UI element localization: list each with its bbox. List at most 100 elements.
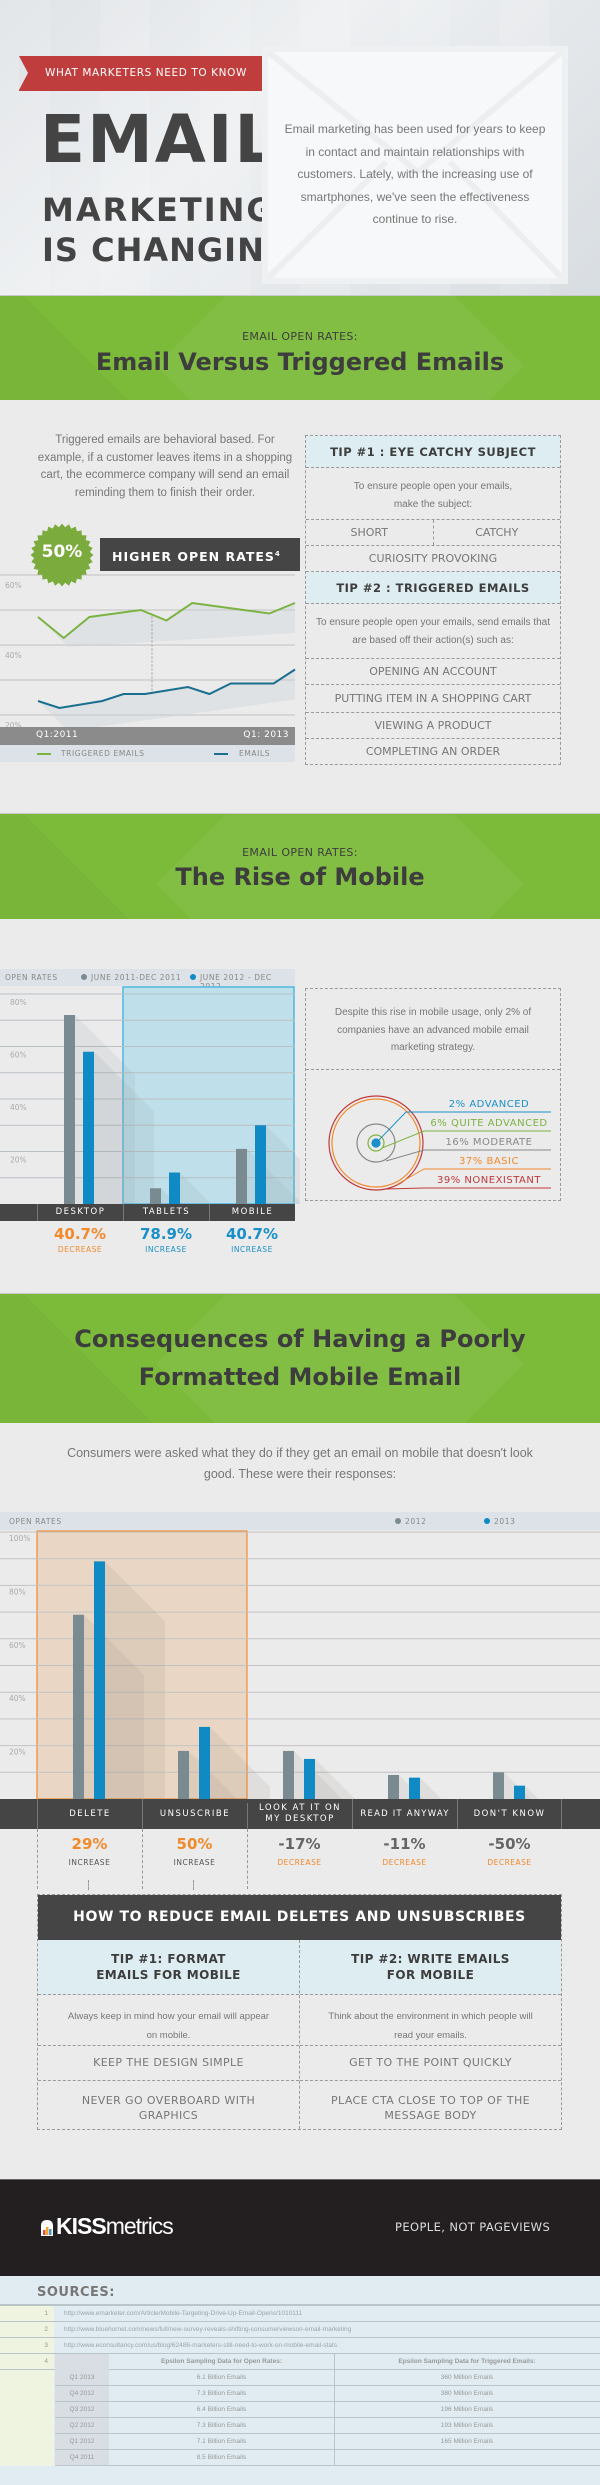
change-value: -17% (278, 1835, 321, 1853)
quarter-cell: Q4 2011 (69, 2454, 95, 2461)
x-label: TABLETS (123, 1204, 209, 1221)
kissmetrics-logo-icon (41, 2219, 53, 2236)
strategy-label: 6% QUITE ADVANCED (430, 1118, 547, 1129)
y-tick-label: 80% (10, 998, 27, 1007)
x-label: DON'T KNOW (457, 1799, 562, 1829)
bar-delete-2013 (94, 1561, 105, 1799)
reduce-tip1-item: KEEP THE DESIGN SIMPLE (38, 2046, 299, 2081)
tip2-item: PUTTING ITEM IN A SHOPPING CART (306, 685, 560, 713)
legend-label-triggered: TRIGGERED EMAILS (61, 749, 145, 758)
change-value: -50% (488, 1835, 531, 1853)
bar-mobile-2012 (255, 1125, 266, 1204)
bar-look-at-it-on-my-desktop-2013 (304, 1758, 315, 1799)
quarter-cell: Q3 2012 (69, 2406, 95, 2413)
section-title-line1: Consequences of Having a Poorly (74, 1325, 526, 1353)
x-start-label: Q1:2011 (36, 730, 79, 740)
bar-don-t-know-2012 (493, 1772, 504, 1799)
change-value: 50% (176, 1835, 213, 1853)
x-label: UNSUSCRIBE (142, 1799, 247, 1829)
section-title: Email Versus Triggered Emails (95, 348, 505, 376)
reduce-tip2-column: TIP #2: WRITE EMAILS FOR MOBILE Think ab… (300, 1940, 561, 2129)
bar-look-at-it-on-my-desktop-2012 (283, 1750, 294, 1799)
strategy-rings-chart: 2% ADVANCED 6% QUITE ADVANCED 16% MODERATE… (328, 1095, 551, 1191)
source-url: http://www.bluehornet.com/news/full/new-… (64, 2326, 352, 2333)
hero-title-line1: EMAIL (40, 101, 279, 178)
y-tick-label: 40% (10, 1103, 27, 1112)
connector-line (37, 1829, 38, 1889)
open-rate-cell: 7.1 Billion Emails (196, 2438, 247, 2445)
legend-label-2013: 2013 (494, 1517, 516, 1526)
change-label: DECREASE (57, 1245, 103, 1254)
line-chart-x-axis: Q1:2011 Q1: 2013 (0, 727, 295, 745)
series-shadow (38, 669, 295, 731)
hero-intro-text: Email marketing has been used for years … (284, 122, 546, 226)
x-label: DESKTOP (37, 1204, 123, 1221)
mobile-chart-x-axis: DESKTOP TABLETS MOBILE (0, 1204, 295, 1221)
tip2-item: VIEWING A PRODUCT (306, 713, 560, 739)
strategy-label: 37% BASIC (459, 1156, 519, 1167)
legend-label-2011: JUNE 2011-DEC 2011 (91, 973, 182, 982)
quarter-cell: Q1 2012 (69, 2438, 95, 2445)
badge-value: 50% (41, 542, 83, 562)
open-rate-cell: 8.5 Billion Emails (196, 2454, 247, 2461)
hero-ribbon: WHAT MARKETERS NEED TO KNOW (19, 56, 265, 91)
open-rate-cell: 6.4 Billion Emails (196, 2406, 247, 2413)
y-tick-label: 60% (10, 1051, 27, 1060)
y-tick-label: 60% (9, 1641, 26, 1650)
legend-label-2012: 2012 (405, 1517, 427, 1526)
source-number: 2 (44, 2326, 48, 2333)
change-label: DECREASE (382, 1858, 427, 1867)
bar-shadow (420, 1777, 480, 1800)
reduce-tip1-item: NEVER GO OVERBOARD WITH GRAPHICS (81, 2094, 256, 2122)
bar-read-it-anyway-2012 (388, 1774, 399, 1799)
legend-swatch-triggered (37, 753, 51, 755)
tip1-options-row: SHORT CATCHY (306, 520, 560, 546)
line-chart-legend: TRIGGERED EMAILS EMAILS (0, 745, 295, 762)
bar-shadow (315, 1758, 375, 1800)
legend-dot-2011 (81, 974, 87, 980)
connector-line (193, 1880, 194, 1890)
y-tick-label: 20% (9, 1748, 26, 1757)
kissmetrics-logo[interactable]: KISS metrics (38, 2213, 174, 2240)
tip2-title: TIP #2 : TRIGGERED EMAILS (306, 572, 560, 604)
triggered-cell: 196 Million Emails (440, 2406, 494, 2413)
bar-unsuscribe-2013 (199, 1726, 210, 1799)
envelope-illustration: Email marketing has been used for years … (262, 46, 568, 284)
logo-bold-text: KISS (56, 2213, 107, 2239)
change-label: DECREASE (487, 1858, 532, 1867)
bar-tablets-2012 (169, 1172, 180, 1204)
change-value: -11% (383, 1835, 426, 1853)
source-number: 1 (44, 2310, 48, 2317)
x-end-label: Q1: 2013 (243, 730, 289, 740)
legend-dot-2013 (484, 1518, 490, 1524)
bar-unsuscribe-2012 (178, 1750, 189, 1799)
y-tick-label: 40% (5, 651, 22, 660)
consequence-chart-legend: OPEN RATES 2012 2013 (0, 1512, 600, 1530)
connector-line (247, 1829, 248, 1889)
y-tick-label: 20% (10, 1156, 27, 1165)
x-label: MOBILE (209, 1204, 295, 1221)
source-number: 4 (44, 2358, 48, 2365)
bar-desktop-2011 (64, 1015, 75, 1204)
change-label: INCREASE (231, 1245, 273, 1254)
banner-text: HIGHER OPEN RATES4 (112, 538, 281, 573)
change-label: INCREASE (68, 1858, 111, 1867)
strategy-label: 39% NONEXISTANT (437, 1175, 541, 1186)
connector-line (88, 1880, 89, 1890)
section-title-line2: Formatted Mobile Email (138, 1363, 462, 1391)
section-header-rise-of-mobile: EMAIL OPEN RATES: The Rise of Mobile (0, 813, 600, 919)
reduce-deletes-box: HOW TO REDUCE EMAIL DELETES AND UNSUBSCR… (37, 1894, 562, 2130)
section-kicker: EMAIL OPEN RATES: (242, 846, 358, 859)
reduce-tip1-text: Always keep in mind how your email will … (38, 1995, 299, 2046)
mobile-strategy-box: Despite this rise in mobile usage, only … (305, 988, 561, 1201)
legend-swatch-emails (214, 753, 228, 755)
bar-don-t-know-2013 (514, 1785, 525, 1799)
hero-title-line3: IS CHANGING (42, 231, 293, 269)
hero-section: WHAT MARKETERS NEED TO KNOW EMAIL MARKET… (0, 0, 600, 295)
bar-tablets-2011 (150, 1188, 161, 1204)
connector-line (142, 1829, 143, 1889)
tip2-item: OPENING AN ACCOUNT (306, 659, 560, 685)
reduce-tip2-item: GET TO THE POINT QUICKLY (300, 2046, 561, 2081)
reduce-tip1-title: TIP #1: FORMAT EMAILS FOR MOBILE (38, 1940, 299, 1995)
bar-delete-2012 (73, 1614, 84, 1799)
